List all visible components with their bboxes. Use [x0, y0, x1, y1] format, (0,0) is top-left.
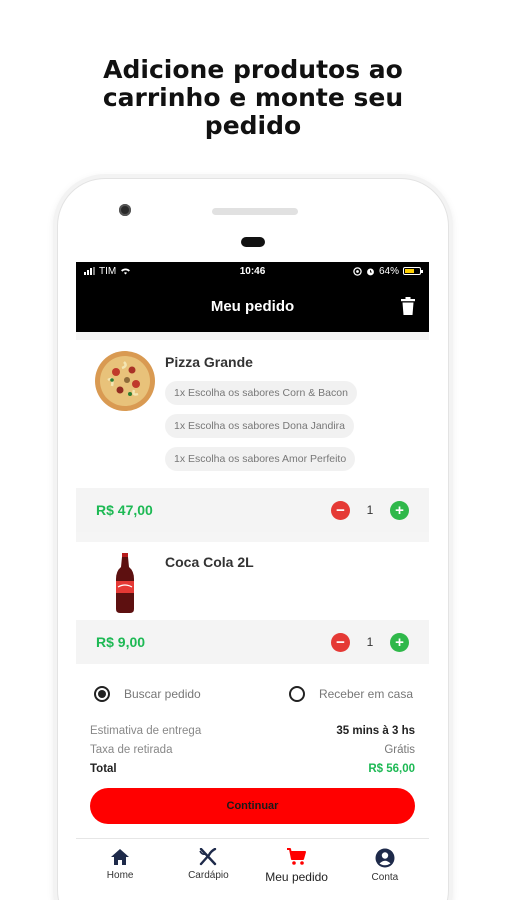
- tab-label: Meu pedido: [265, 870, 328, 884]
- item-price-row: R$ 47,00 − 1 +: [76, 488, 429, 532]
- headline-line-3: pedido: [204, 111, 302, 140]
- status-bar: TIM 10:46 64%: [76, 262, 429, 280]
- location-icon: [353, 266, 362, 276]
- headline-line-2: carrinho e monte seu: [102, 83, 404, 112]
- estimate-label: Estimativa de entrega: [90, 724, 202, 737]
- app-screen: TIM 10:46 64% Meu pedido Pizza Grande 1x…: [76, 262, 429, 900]
- delivery-method-group: Buscar pedido Receber em casa: [94, 686, 413, 702]
- total-row: Total R$ 56,00: [90, 759, 415, 778]
- total-value: R$ 56,00: [368, 762, 415, 775]
- fee-value: Grátis: [384, 743, 415, 756]
- option-chip: 1x Escolha os sabores Amor Perfeito: [165, 447, 356, 471]
- item-price: R$ 47,00: [96, 502, 153, 518]
- decrease-quantity-button[interactable]: −: [331, 632, 350, 652]
- order-summary: Buscar pedido Receber em casa Estimativa…: [76, 664, 429, 838]
- tab-label: Home: [106, 870, 134, 881]
- quantity-stepper: − 1 +: [331, 632, 409, 652]
- fee-row: Taxa de retirada Grátis: [90, 740, 415, 759]
- item-name: Pizza Grande: [165, 354, 253, 370]
- estimate-value: 35 mins à 3 hs: [336, 724, 415, 737]
- option-chip: 1x Escolha os sabores Dona Jandira: [165, 414, 355, 438]
- pizza-image: [95, 351, 155, 411]
- tab-account[interactable]: Conta: [341, 839, 429, 900]
- option-chip: 1x Escolha os sabores Corn & Bacon: [165, 381, 357, 405]
- radio-unselected-icon[interactable]: [288, 686, 305, 702]
- item-name: Coca Cola 2L: [165, 554, 254, 570]
- front-camera: [119, 204, 131, 216]
- radio-selected-icon[interactable]: [94, 686, 110, 702]
- decrease-quantity-button[interactable]: −: [331, 500, 350, 520]
- summary-rows: Estimativa de entrega 35 mins à 3 hs Tax…: [90, 721, 415, 778]
- soda-bottle-image: [116, 553, 134, 613]
- wifi-icon: [121, 268, 131, 275]
- total-label: Total: [90, 762, 117, 775]
- fee-label: Taxa de retirada: [90, 743, 173, 756]
- item-price: R$ 9,00: [96, 634, 146, 650]
- tab-home[interactable]: Home: [76, 839, 164, 900]
- proximity-sensor: [241, 237, 265, 247]
- cart-item-coke: Coca Cola 2L R$ 9,00 − 1 +: [76, 542, 429, 664]
- home-icon: [111, 849, 130, 865]
- tab-label: Cardápio: [188, 870, 229, 881]
- quantity-value: 1: [366, 503, 374, 517]
- promo-headline: Adicione produtos ao carrinho e monte se…: [0, 56, 506, 140]
- pickup-option[interactable]: Buscar pedido: [94, 686, 201, 702]
- cart-icon: [286, 848, 306, 865]
- bottom-tab-bar: Home Cardápio Meu pedido Conta: [76, 838, 429, 900]
- app-header: Meu pedido: [76, 280, 429, 332]
- item-price-row: R$ 9,00 − 1 +: [76, 620, 429, 664]
- headline-line-1: Adicione produtos ao: [103, 55, 403, 84]
- page-title: Meu pedido: [210, 297, 295, 315]
- trash-icon[interactable]: [401, 297, 415, 315]
- alarm-icon: [367, 268, 374, 275]
- item-options: 1x Escolha os sabores Corn & Bacon 1x Es…: [165, 381, 357, 471]
- delivery-option[interactable]: Receber em casa: [288, 686, 413, 702]
- delivery-label: Receber em casa: [318, 687, 413, 701]
- tab-menu[interactable]: Cardápio: [164, 839, 252, 900]
- quantity-value: 1: [366, 635, 374, 649]
- tab-my-order[interactable]: Meu pedido: [253, 839, 341, 900]
- increase-quantity-button[interactable]: +: [390, 500, 409, 520]
- estimate-row: Estimativa de entrega 35 mins à 3 hs: [90, 721, 415, 740]
- quantity-stepper: − 1 +: [331, 500, 409, 520]
- signal-icon: [84, 267, 95, 275]
- battery-percent: 64%: [378, 265, 399, 277]
- carrier-name: TIM: [99, 265, 117, 277]
- earpiece-speaker: [212, 208, 298, 215]
- pickup-label: Buscar pedido: [124, 687, 201, 701]
- continue-button[interactable]: Continuar: [90, 788, 415, 824]
- increase-quantity-button[interactable]: +: [390, 632, 409, 652]
- tab-label: Conta: [371, 872, 399, 883]
- account-icon: [375, 848, 395, 868]
- utensils-icon: [199, 848, 217, 866]
- cart-item-pizza: Pizza Grande 1x Escolha os sabores Corn …: [76, 340, 429, 532]
- battery-icon: [403, 267, 423, 275]
